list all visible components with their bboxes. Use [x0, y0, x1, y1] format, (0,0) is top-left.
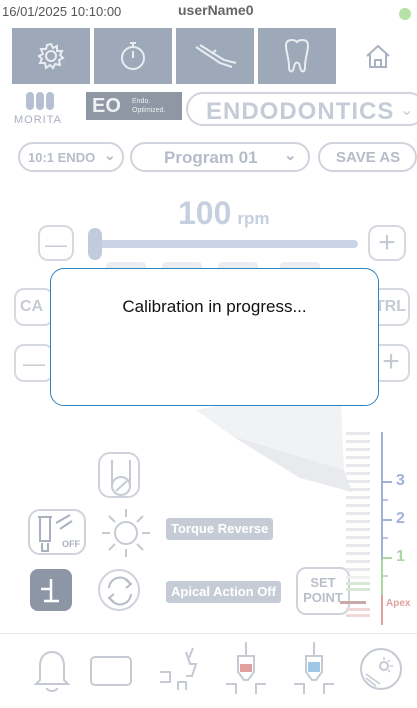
- light-button[interactable]: [96, 505, 156, 561]
- set-point-line1: SET: [310, 575, 336, 590]
- light-bulb-icon: [102, 509, 150, 557]
- calibration-dialog: Calibration in progress...: [50, 268, 379, 406]
- root-canal-red-icon[interactable]: [222, 638, 270, 700]
- root-canal-blue-icon[interactable]: [290, 638, 338, 700]
- rotate-icon: [107, 576, 133, 606]
- bottom-bar: [0, 634, 417, 708]
- calibration-message: Calibration in progress...: [122, 297, 307, 316]
- light-sensor-icon[interactable]: [356, 644, 406, 694]
- apical-icon: [41, 579, 59, 603]
- set-point-line2: POINT: [303, 590, 343, 605]
- display-icon[interactable]: [88, 654, 134, 690]
- rotation-mode-button[interactable]: [98, 569, 140, 611]
- file-off-icon: [38, 514, 73, 552]
- off-label: OFF: [62, 539, 80, 549]
- apex-gauge: 3 2 1 Apex: [340, 430, 417, 630]
- gauge-label-2: 2: [396, 510, 405, 527]
- apical-action-label: Apical Action Off: [166, 581, 281, 603]
- screen: 16/01/2025 10:10:00 userName0 MORITA EO …: [0, 0, 417, 708]
- gauge-label-1: 1: [396, 548, 405, 565]
- root-canal-icon[interactable]: [156, 642, 204, 698]
- gauge-apex-label: Apex: [386, 598, 411, 609]
- auto-stop-off-button[interactable]: OFF: [28, 509, 86, 555]
- apical-action-button[interactable]: [30, 569, 72, 611]
- file-mode-button[interactable]: [98, 452, 140, 498]
- bell-icon[interactable]: [32, 646, 72, 696]
- file-gauge-icon: [111, 460, 131, 496]
- gauge-label-3: 3: [396, 472, 405, 489]
- torque-reverse-label: Torque Reverse: [166, 518, 274, 540]
